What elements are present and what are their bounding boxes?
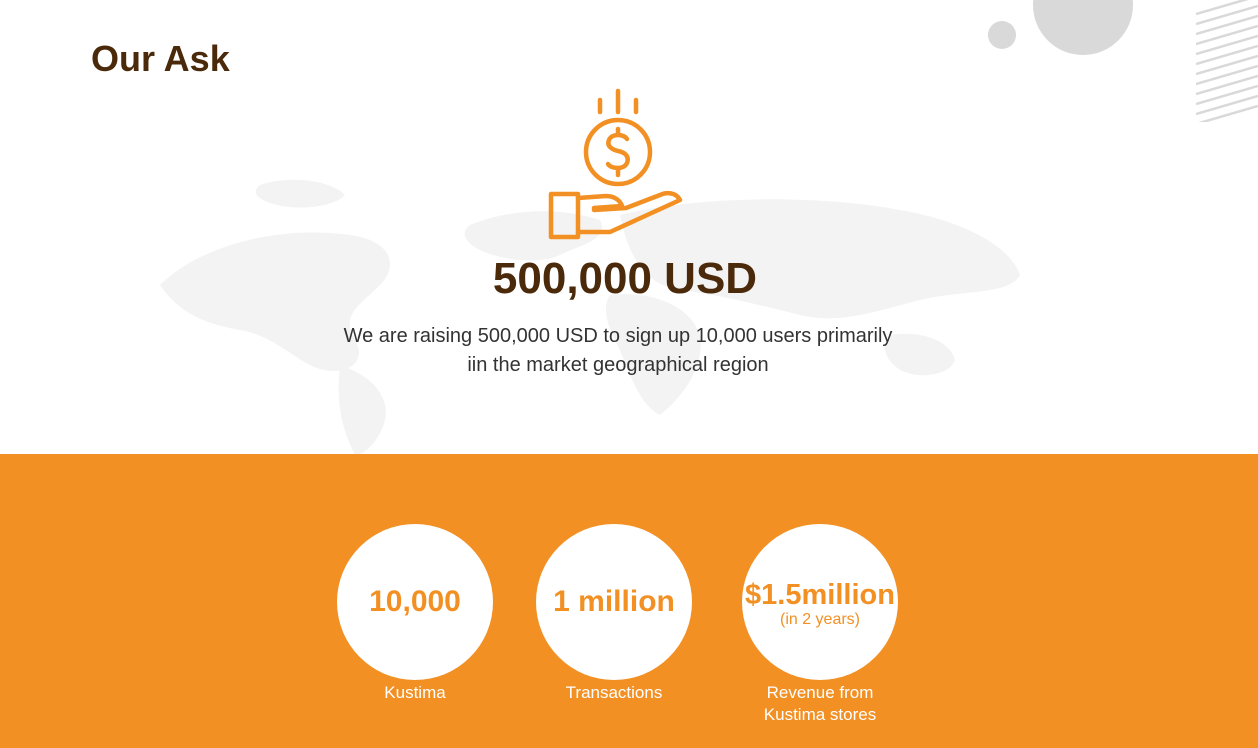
ask-amount: 500,000 USD	[492, 254, 758, 303]
stat-label-line-1: Revenue from	[766, 683, 874, 702]
stat-circle: 10,000	[337, 524, 493, 680]
stat-transactions: 1 million Transactions	[514, 524, 714, 704]
stat-label: Revenue from Kustima stores	[720, 682, 920, 726]
stat-label: Transactions	[565, 683, 663, 702]
stat-value: 10,000	[369, 585, 461, 618]
ask-section: Our Ask 500,000 USD We are raising 500,0…	[0, 0, 1258, 454]
stat-users: 10,000 Kustima	[315, 524, 515, 704]
stats-section: 10,000 Kustima 1 million Transactions $1…	[0, 454, 1258, 748]
stat-label-line-2: Kustima stores	[763, 705, 877, 724]
page-title: Our Ask	[91, 38, 230, 79]
decorative-stripes	[1196, 0, 1258, 122]
decorative-circle-large	[1033, 0, 1133, 55]
stat-revenue: $1.5million (in 2 years) Revenue from Ku…	[720, 524, 920, 726]
ask-description: We are raising 500,000 USD to sign up 10…	[318, 322, 918, 380]
description-line-2: iin the market geographical region	[467, 354, 769, 376]
stat-note: (in 2 years)	[779, 611, 861, 628]
stat-value: 1 million	[553, 585, 675, 618]
stat-circle: 1 million	[536, 524, 692, 680]
decorative-circle-small	[988, 21, 1016, 49]
stat-value: $1.5million	[745, 579, 895, 611]
hand-holding-dollar-icon	[548, 88, 683, 240]
description-line-1: We are raising 500,000 USD to sign up 10…	[343, 325, 893, 347]
stat-label: Kustima	[384, 683, 446, 702]
stat-circle: $1.5million (in 2 years)	[742, 524, 898, 680]
